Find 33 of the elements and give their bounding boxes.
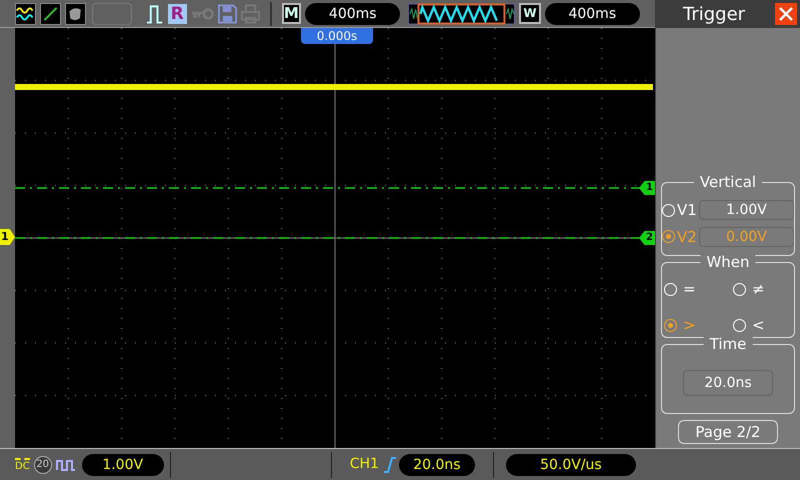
volts-per-div: 1.00V <box>82 454 164 476</box>
radio-button[interactable] <box>664 318 677 332</box>
time-value-field[interactable]: 20.0ns <box>683 370 773 396</box>
option-label: V1 <box>677 200 697 221</box>
window-timebase-label: W <box>519 3 541 24</box>
main-timebase-value: 400ms <box>305 2 400 24</box>
window-waveform-drawing[interactable] <box>408 2 516 24</box>
coupling-indicator: DC <box>15 458 30 472</box>
trigger-time: 20.0ns <box>398 454 475 476</box>
waveform-icon[interactable] <box>15 2 36 24</box>
close-icon[interactable] <box>775 3 797 25</box>
trigger-time-marker: 0.000s <box>301 28 373 44</box>
window-timebase-value: 400ms <box>544 2 640 24</box>
condition-label: ≠ <box>752 280 765 298</box>
value-field[interactable]: 1.00V <box>699 200 794 220</box>
level-marker: 2 <box>639 231 655 245</box>
level-marker: 1 <box>639 181 655 195</box>
option-label: V2 <box>677 226 697 248</box>
bandwidth-limit-indicator: 20 <box>34 456 52 474</box>
condition-label: > <box>683 316 696 334</box>
slew-rate: 50.0V/us <box>506 454 636 476</box>
main-timebase-label: M <box>282 3 302 24</box>
trigger-source: CH1 <box>350 455 379 474</box>
square-wave-icon <box>56 458 76 472</box>
mode-indicator[interactable]: R <box>168 4 187 24</box>
condition-label: = <box>683 280 696 298</box>
rising-edge-icon <box>382 456 397 474</box>
condition-label: < <box>752 316 765 334</box>
radio-button[interactable] <box>662 230 675 244</box>
panel-title: Trigger <box>683 2 746 26</box>
page-button[interactable]: Page 2/2 <box>678 420 778 444</box>
pulse-icon[interactable] <box>146 2 164 24</box>
channel-marker: 1 <box>0 229 15 245</box>
